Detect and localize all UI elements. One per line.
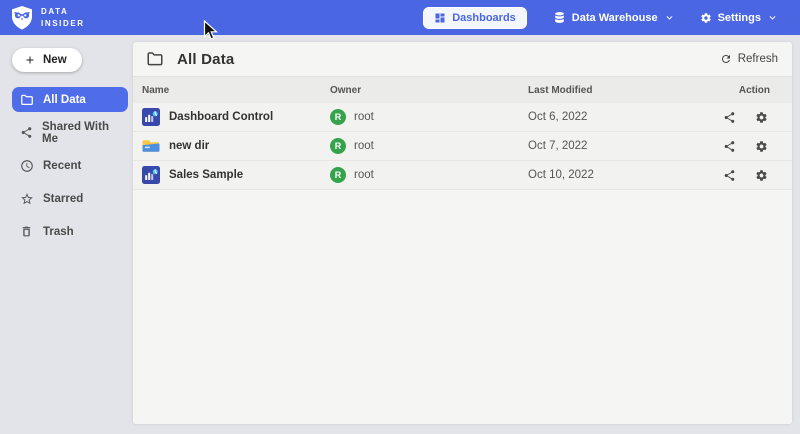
trash-icon <box>20 225 34 239</box>
file-name-cell[interactable]: Sales Sample <box>142 166 330 184</box>
file-name: new dir <box>169 140 209 152</box>
column-header-last-modified: Last Modified <box>528 85 723 96</box>
last-modified: Oct 6, 2022 <box>528 111 723 123</box>
file-name-cell[interactable]: new dir <box>142 137 330 155</box>
column-header-owner: Owner <box>330 85 528 96</box>
sidebar: New All Data Shared With Me Recent Starr… <box>0 35 133 434</box>
content-header: All Data Refresh <box>133 42 792 77</box>
sidebar-item-label: Trash <box>43 226 74 238</box>
column-header-name: Name <box>142 85 330 96</box>
share-icon[interactable] <box>723 169 736 182</box>
clock-icon <box>20 159 34 173</box>
owner-name: root <box>354 111 374 123</box>
table-header: NameOwnerLast Modified Action <box>133 77 792 103</box>
avatar: R <box>330 109 346 125</box>
owl-logo-icon <box>10 5 34 31</box>
page-body: New All Data Shared With Me Recent Starr… <box>0 35 800 434</box>
new-button-label: New <box>43 54 67 66</box>
chevron-down-icon <box>768 13 777 22</box>
gear-icon[interactable] <box>755 169 768 182</box>
gear-icon[interactable] <box>755 140 768 153</box>
app-logo: DATA INSIDER <box>10 5 85 31</box>
table-row[interactable]: new dir R root Oct 7, 2022 <box>133 132 792 161</box>
settings-menu[interactable]: Settings <box>700 12 777 24</box>
action-cell <box>723 140 792 153</box>
table-row[interactable]: Dashboard Control R root Oct 6, 2022 <box>133 103 792 132</box>
sidebar-item-shared-with-me[interactable]: Shared With Me <box>12 120 128 145</box>
share-icon[interactable] <box>723 111 736 124</box>
owner-cell: R root <box>330 167 528 183</box>
column-header-action: Action <box>739 85 792 96</box>
data-warehouse-menu[interactable]: Data Warehouse <box>553 11 674 24</box>
action-cell <box>723 111 792 124</box>
app-title: DATA INSIDER <box>41 6 85 30</box>
gear-icon[interactable] <box>755 111 768 124</box>
dashboard-file-icon <box>142 108 160 126</box>
sidebar-item-label: Shared With Me <box>42 121 120 145</box>
avatar: R <box>330 167 346 183</box>
star-icon <box>20 192 34 206</box>
table-row[interactable]: Sales Sample R root Oct 10, 2022 <box>133 161 792 190</box>
avatar: R <box>330 138 346 154</box>
data-warehouse-label: Data Warehouse <box>572 12 658 24</box>
chevron-down-icon <box>665 13 674 22</box>
topnav: Dashboards Data Warehouse Settings <box>423 7 777 29</box>
folder-icon <box>20 93 34 107</box>
file-name-cell[interactable]: Dashboard Control <box>142 108 330 126</box>
refresh-label: Refresh <box>738 53 778 65</box>
sidebar-item-recent[interactable]: Recent <box>12 153 128 178</box>
table-body: Dashboard Control R root Oct 6, 2022 new… <box>133 103 792 190</box>
new-button[interactable]: New <box>12 48 82 72</box>
sidebar-item-label: Starred <box>43 193 83 205</box>
dashboard-file-icon <box>142 166 160 184</box>
dashboard-grid-icon <box>434 12 446 24</box>
sidebar-item-label: All Data <box>43 94 86 106</box>
sidebar-nav: All Data Shared With Me Recent Starred T… <box>0 87 133 244</box>
refresh-button[interactable]: Refresh <box>720 53 778 65</box>
sidebar-item-trash[interactable]: Trash <box>12 219 128 244</box>
sidebar-item-starred[interactable]: Starred <box>12 186 128 211</box>
content-card: All Data Refresh NameOwnerLast Modified A… <box>133 42 792 424</box>
share-icon[interactable] <box>723 140 736 153</box>
database-icon <box>553 11 566 24</box>
folder-file-icon <box>142 137 160 155</box>
page-title: All Data <box>177 51 234 68</box>
file-name: Sales Sample <box>169 169 243 181</box>
last-modified: Oct 7, 2022 <box>528 140 723 152</box>
owner-name: root <box>354 169 374 181</box>
folder-icon <box>146 50 164 68</box>
last-modified: Oct 10, 2022 <box>528 169 723 181</box>
sidebar-item-label: Recent <box>43 160 81 172</box>
owner-name: root <box>354 140 374 152</box>
dashboards-label: Dashboards <box>452 12 516 24</box>
action-cell <box>723 169 792 182</box>
file-name: Dashboard Control <box>169 111 273 123</box>
owner-cell: R root <box>330 138 528 154</box>
sidebar-item-all-data[interactable]: All Data <box>12 87 128 112</box>
owner-cell: R root <box>330 109 528 125</box>
gear-icon <box>700 12 712 24</box>
plus-icon <box>24 54 36 66</box>
settings-label: Settings <box>718 12 761 24</box>
topbar: DATA INSIDER Dashboards Data Warehouse <box>0 0 800 35</box>
share-icon <box>20 126 33 140</box>
refresh-icon <box>720 53 732 65</box>
dashboards-button[interactable]: Dashboards <box>423 7 527 29</box>
